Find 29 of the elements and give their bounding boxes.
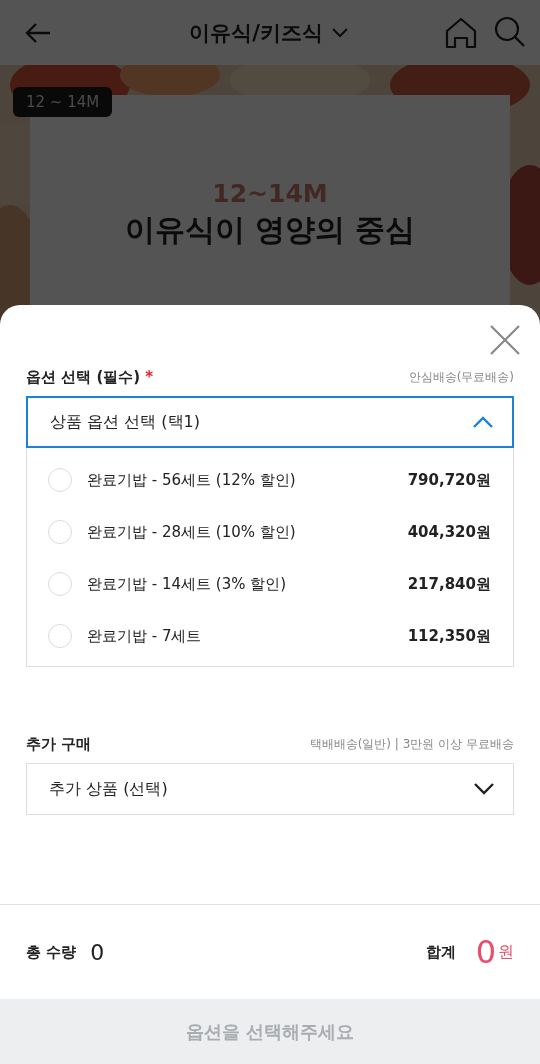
banner-title: 이유식이 영양의 중심 <box>124 211 416 249</box>
option-price: 790,720원 <box>407 470 491 490</box>
option-name[interactable]: 완료기밥 - 56세트 (12% 할인) <box>87 470 408 490</box>
chevron-down-icon <box>473 782 495 796</box>
shipping-note: 택배배송(일반) | 3만원 이상 무료배송 <box>309 736 514 753</box>
select-field[interactable]: 상품 옵션 선택 (택1) <box>26 396 514 448</box>
total-value: 0 <box>475 933 496 971</box>
currency-unit: 원 <box>498 941 514 963</box>
option-price: 112,350원 <box>407 626 491 646</box>
close-icon[interactable] <box>488 323 522 357</box>
quantity-label: 총 수량 <box>26 942 77 962</box>
required-mark: * <box>145 368 153 386</box>
shipping-note: 안심배송(무료배송) <box>408 368 514 386</box>
option-name[interactable]: 완료기밥 - 14세트 (3% 할인) <box>87 574 408 594</box>
option-price: 217,840원 <box>407 574 491 594</box>
chevron-up-icon <box>472 415 494 429</box>
age-tag: 12 ~ 14M <box>13 87 113 117</box>
search-icon[interactable] <box>494 15 526 48</box>
quantity-value: 0 <box>90 939 105 965</box>
select-field[interactable]: 추가 상품 (선택) <box>26 763 514 815</box>
option-name[interactable]: 완료기밥 - 7세트 <box>87 626 408 646</box>
chevron-down-icon[interactable] <box>330 26 349 39</box>
section-label: 추가 구매 <box>26 735 92 754</box>
home-icon[interactable] <box>444 15 478 50</box>
option-name[interactable]: 완료기밥 - 28세트 (10% 할인) <box>87 522 408 542</box>
section-label: 옵션 선택 (필수) <box>26 368 141 386</box>
option-price: 404,320원 <box>407 522 491 542</box>
page-title: 이유식/키즈식 <box>189 19 323 47</box>
total-label: 합계 <box>425 942 456 962</box>
